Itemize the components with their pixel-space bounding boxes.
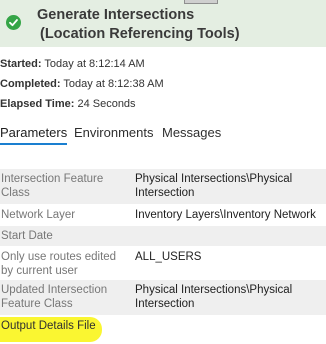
window-tab-edge: [184, 0, 218, 4]
parameter-label: Start Date: [1, 230, 53, 242]
started-label: Started:: [0, 58, 42, 70]
check-circle-icon: [6, 15, 21, 30]
tab-parameters[interactable]: Parameters: [0, 125, 68, 145]
output-details-file-link[interactable]: Output Details File: [0, 317, 102, 342]
started-value: Today at 8:12:14 AM: [44, 58, 145, 70]
tool-toolbox-name: (Location Referencing Tools): [40, 26, 240, 42]
started-row: Started: Today at 8:12:14 AM: [0, 58, 145, 70]
tab-environments[interactable]: Environments: [74, 125, 153, 140]
parameter-label: Intersection Feature Class: [1, 173, 104, 199]
parameter-value: ALL_USERS: [135, 251, 202, 263]
tool-title: Generate Intersections: [37, 7, 195, 23]
parameter-row-network-layer: Network Layer Inventory Layers\Inventory…: [0, 204, 326, 226]
parameter-label: Only use routes edited by current user: [1, 251, 117, 277]
tab-messages[interactable]: Messages: [162, 125, 221, 140]
elapsed-label: Elapsed Time:: [0, 98, 75, 110]
parameter-value: Physical Intersections\Physical Intersec…: [135, 173, 293, 199]
parameter-row-updated-intersection-feature-class: Updated Intersection Feature Class Physi…: [0, 280, 326, 315]
elapsed-row: Elapsed Time: 24 Seconds: [0, 98, 136, 110]
completed-label: Completed:: [0, 78, 61, 90]
completed-value: Today at 8:12:38 AM: [63, 78, 164, 90]
completed-row: Completed: Today at 8:12:38 AM: [0, 78, 164, 90]
parameter-label: Network Layer: [1, 209, 76, 221]
parameter-value: Physical Intersections\Physical Intersec…: [135, 284, 293, 310]
parameter-value: Inventory Layers\Inventory Network: [135, 209, 316, 221]
parameter-row-only-use-routes: Only use routes edited by current user A…: [0, 246, 326, 280]
elapsed-value: 24 Seconds: [77, 98, 136, 110]
tool-header: Generate Intersections (Location Referen…: [0, 0, 326, 47]
parameter-row-start-date: Start Date: [0, 226, 326, 246]
parameter-row-intersection-feature-class: Intersection Feature Class Physical Inte…: [0, 169, 326, 204]
parameter-label: Updated Intersection Feature Class: [1, 284, 108, 310]
